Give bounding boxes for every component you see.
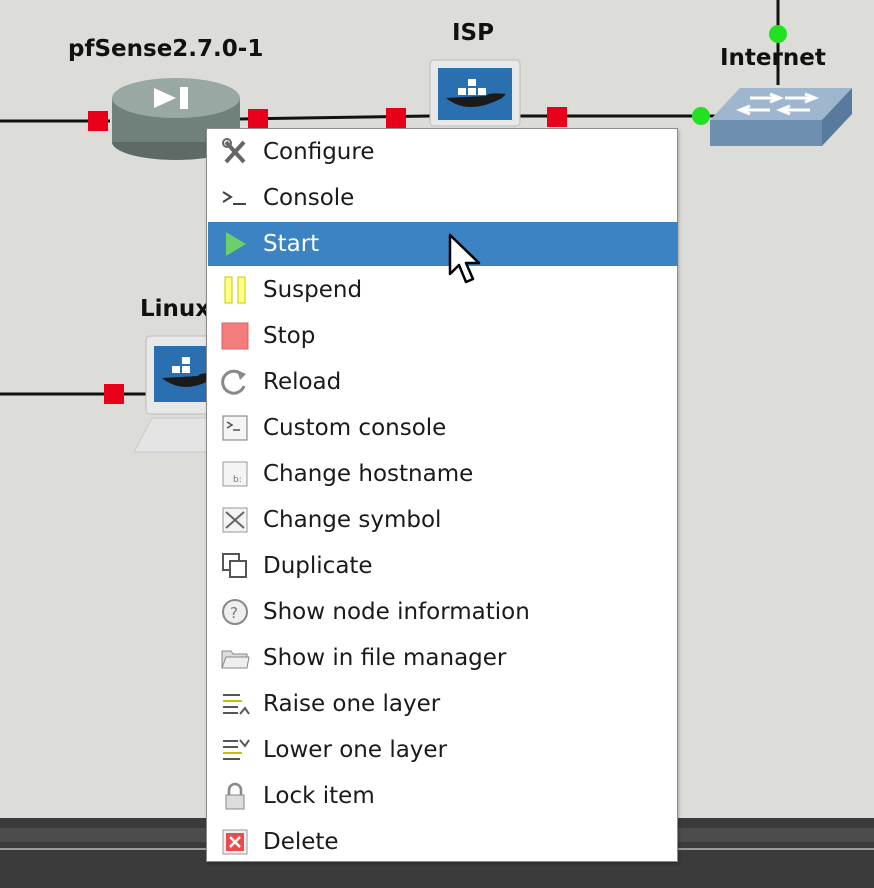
- menu-item-configure[interactable]: Configure: [208, 130, 678, 174]
- menu-item-change-symbol[interactable]: Change symbol: [208, 498, 678, 542]
- menu-item-suspend[interactable]: Suspend: [208, 268, 678, 312]
- duplicate-icon: [220, 552, 250, 580]
- menu-item-label: Raise one layer: [263, 691, 441, 717]
- tools-icon: [220, 138, 250, 166]
- node-label-pfsense: pfSense2.7.0-1: [68, 36, 264, 62]
- menu-item-label: Lower one layer: [263, 737, 448, 763]
- terminal-icon: [220, 184, 250, 212]
- svg-text:b:: b:: [233, 475, 242, 485]
- menu-item-label: Change symbol: [263, 507, 442, 533]
- menu-item-label: Duplicate: [263, 553, 373, 579]
- svg-text:?: ?: [230, 604, 238, 622]
- node-label-internet: Internet: [720, 45, 826, 71]
- menu-item-show-in-file-manager[interactable]: Show in file manager: [208, 636, 678, 680]
- menu-item-show-node-information[interactable]: ? Show node information: [208, 590, 678, 634]
- menu-item-change-hostname[interactable]: b: Change hostname: [208, 452, 678, 496]
- menu-item-label: Stop: [263, 323, 316, 349]
- menu-item-reload[interactable]: Reload: [208, 360, 678, 404]
- switch-icon[interactable]: [710, 84, 852, 148]
- docker-host-icon[interactable]: [428, 58, 522, 128]
- menu-item-label: Delete: [263, 829, 339, 855]
- menu-item-label: Show in file manager: [263, 645, 507, 671]
- menu-item-duplicate[interactable]: Duplicate: [208, 544, 678, 588]
- menu-item-label: Configure: [263, 139, 375, 165]
- custom-console-icon: [220, 414, 250, 442]
- delete-icon: [220, 828, 250, 856]
- folder-icon: [220, 644, 250, 672]
- info-icon: ?: [220, 598, 250, 626]
- lock-icon: [220, 782, 250, 810]
- pause-icon: [220, 276, 250, 304]
- reload-icon: [220, 368, 250, 396]
- menu-item-label: Suspend: [263, 277, 363, 303]
- menu-item-raise-one-layer[interactable]: Raise one layer: [208, 682, 678, 726]
- menu-item-label: Reload: [263, 369, 342, 395]
- menu-item-lower-one-layer[interactable]: Lower one layer: [208, 728, 678, 772]
- link-line: [239, 114, 431, 121]
- node-label-linux: Linux: [140, 296, 211, 322]
- menu-item-stop[interactable]: Stop: [208, 314, 678, 358]
- raise-layer-icon: [220, 690, 250, 718]
- menu-item-start[interactable]: Start: [208, 222, 678, 266]
- menu-item-label: Custom console: [263, 415, 447, 441]
- context-menu: Configure Console Start Suspend Stop Rel…: [206, 128, 678, 862]
- node-label-isp: ISP: [452, 20, 494, 46]
- menu-item-label: Change hostname: [263, 461, 474, 487]
- menu-item-lock-item[interactable]: Lock item: [208, 774, 678, 818]
- stop-icon: [220, 322, 250, 350]
- menu-item-label: Lock item: [263, 783, 375, 809]
- menu-item-delete[interactable]: Delete: [208, 820, 678, 864]
- play-icon: [220, 230, 250, 258]
- lower-layer-icon: [220, 736, 250, 764]
- menu-item-console[interactable]: Console: [208, 176, 678, 220]
- menu-item-label: Show node information: [263, 599, 530, 625]
- symbol-icon: [220, 506, 250, 534]
- docker-host-icon[interactable]: [133, 334, 215, 456]
- menu-item-label: Console: [263, 185, 355, 211]
- hostname-icon: b:: [220, 460, 250, 488]
- menu-item-label: Start: [263, 231, 320, 257]
- menu-item-custom-console[interactable]: Custom console: [208, 406, 678, 450]
